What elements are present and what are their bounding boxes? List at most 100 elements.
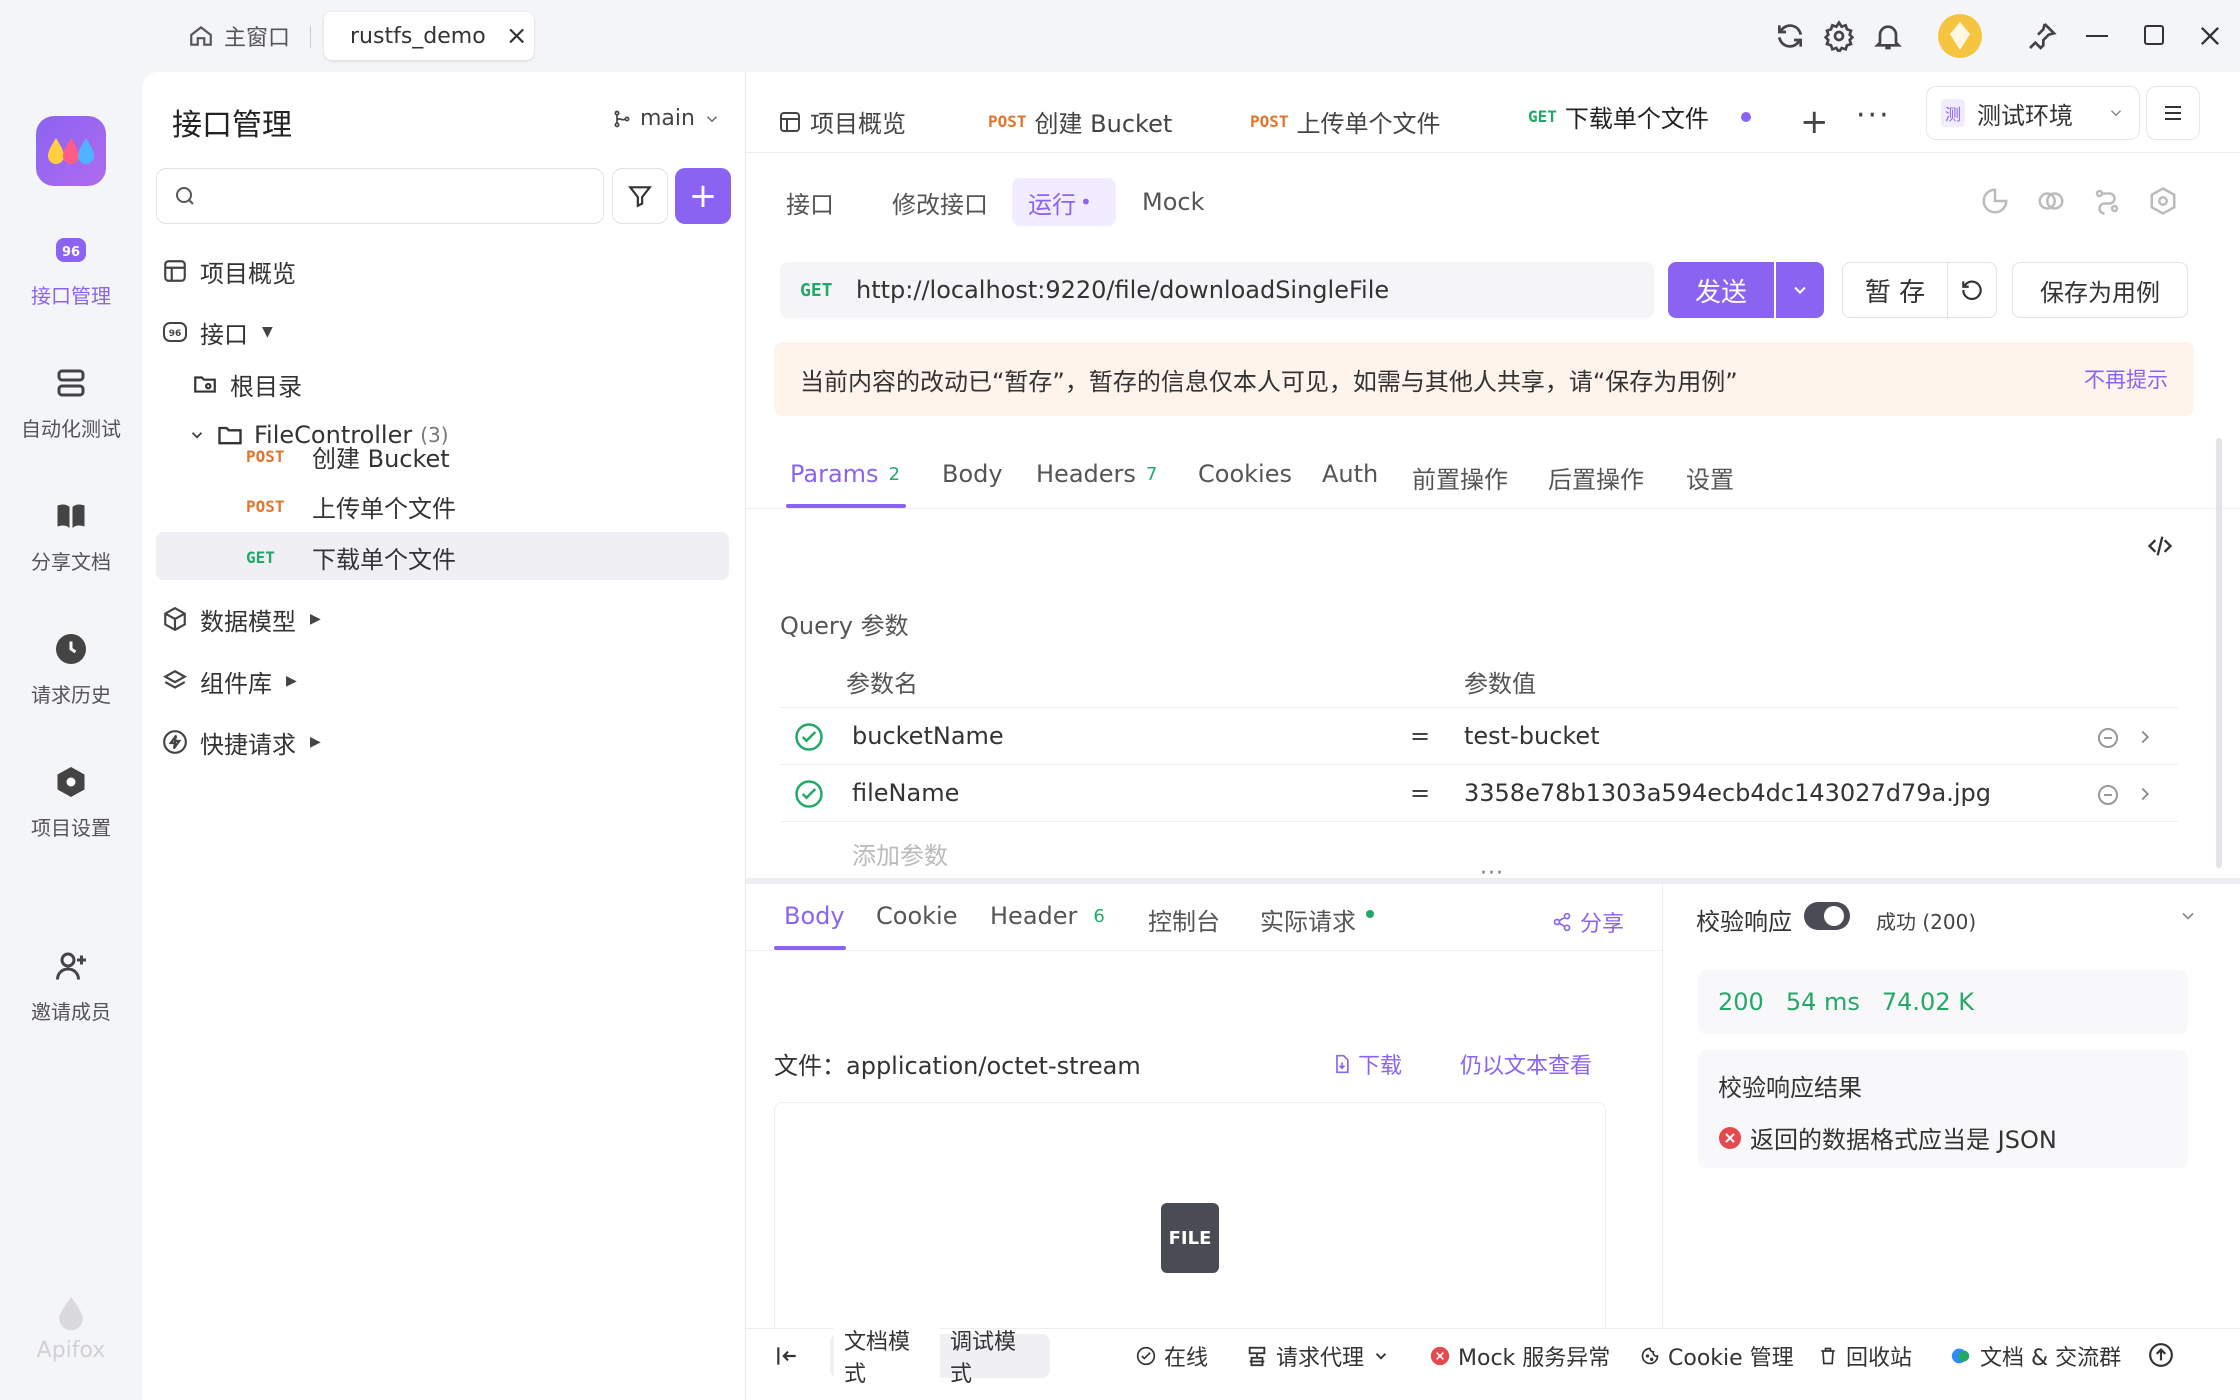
param-tab-params[interactable]: Params 2 xyxy=(790,460,900,488)
save-temp-button[interactable]: 暂 存 xyxy=(1842,262,1948,318)
download-link[interactable]: 下载 xyxy=(1332,1048,1402,1080)
docs-community[interactable]: 文档 & 交流群 xyxy=(1950,1340,2121,1372)
url-input[interactable]: http://localhost:9220/file/downloadSingl… xyxy=(856,276,1389,304)
recycle-bin[interactable]: 回收站 xyxy=(1818,1340,1912,1372)
tree-item-api[interactable]: 96 接口 ▼ xyxy=(162,307,729,357)
url-bar[interactable]: GET http://localhost:9220/file/downloadS… xyxy=(780,262,1654,318)
chevron-right-icon[interactable] xyxy=(2134,783,2156,805)
send-dropdown[interactable] xyxy=(1776,262,1824,318)
check-circle-icon[interactable] xyxy=(794,779,824,809)
collapse-sidebar-icon[interactable] xyxy=(774,1343,800,1369)
subtab-run[interactable]: 运行 • xyxy=(1012,178,1116,226)
param-tab-post[interactable]: 后置操作 xyxy=(1548,460,1644,495)
check-circle-icon[interactable] xyxy=(794,722,824,752)
avatar[interactable] xyxy=(1938,14,1982,58)
share-button[interactable]: 分享 xyxy=(1552,906,1624,938)
doc-mode-button[interactable]: 文档模式 xyxy=(834,1320,940,1392)
reset-button[interactable] xyxy=(1947,262,1997,318)
view-as-text-link[interactable]: 仍以文本查看 xyxy=(1460,1048,1592,1080)
subtab-api[interactable]: 接口 xyxy=(770,178,850,226)
tree-item-root[interactable]: 根目录 xyxy=(192,359,729,409)
close-window-icon[interactable] xyxy=(2196,22,2224,50)
param-name[interactable]: bucketName xyxy=(852,722,1004,750)
splitter-handle-icon[interactable]: ··· xyxy=(1480,861,1504,886)
copy-icon[interactable] xyxy=(2036,186,2066,216)
tree-item-components[interactable]: 组件库 ▶ xyxy=(162,656,729,706)
remove-icon[interactable] xyxy=(2096,726,2120,750)
response-tab-console[interactable]: 控制台 xyxy=(1148,902,1220,937)
refresh-icon[interactable] xyxy=(1774,20,1806,52)
pie-chart-icon[interactable] xyxy=(1980,186,2010,216)
app-logo[interactable] xyxy=(36,116,106,186)
bell-icon[interactable] xyxy=(1872,20,1904,52)
filter-button[interactable] xyxy=(612,168,668,224)
tree-item-models[interactable]: 数据模型 ▶ xyxy=(162,594,729,644)
tree-endpoint-create-bucket[interactable]: POST 创建 Bucket xyxy=(246,431,729,481)
debug-mode-button[interactable]: 调试模式 xyxy=(940,1320,1046,1392)
param-tab-pre[interactable]: 前置操作 xyxy=(1412,460,1508,495)
rail-item-api-management[interactable]: 96 接口管理 xyxy=(0,232,142,309)
search-box[interactable] xyxy=(156,168,604,224)
validation-toggle[interactable] xyxy=(1804,902,1850,930)
proxy-menu[interactable]: 请求代理 xyxy=(1246,1340,1390,1372)
save-as-case-button[interactable]: 保存为用例 xyxy=(2012,262,2188,318)
param-name[interactable]: fileName xyxy=(852,779,959,807)
response-tab-body[interactable]: Body xyxy=(784,902,845,930)
response-tab-cookie[interactable]: Cookie xyxy=(876,902,957,930)
flow-icon[interactable] xyxy=(2092,186,2122,216)
param-tab-settings[interactable]: 设置 xyxy=(1686,460,1734,495)
param-tab-cookies[interactable]: Cookies xyxy=(1198,460,1292,488)
close-tab-icon[interactable]: × xyxy=(506,21,528,51)
settings-icon[interactable] xyxy=(2148,186,2178,216)
scroll-top-icon[interactable] xyxy=(2148,1342,2174,1368)
pin-icon[interactable] xyxy=(2026,20,2058,52)
doc-tab-overview[interactable]: 项目概览 xyxy=(778,104,906,139)
code-icon[interactable] xyxy=(2146,532,2174,560)
tree-endpoint-upload[interactable]: POST 上传单个文件 xyxy=(246,481,729,531)
subtab-mock[interactable]: Mock xyxy=(1126,178,1220,226)
menu-button[interactable] xyxy=(2146,86,2200,140)
rail-item-invite[interactable]: 邀请成员 xyxy=(0,948,142,1025)
maximize-icon[interactable] xyxy=(2144,25,2164,45)
response-tab-header[interactable]: Header 6 xyxy=(990,902,1105,930)
subtab-edit[interactable]: 修改接口 xyxy=(876,178,1004,226)
param-tab-auth[interactable]: Auth xyxy=(1322,460,1378,488)
send-label: 发送 xyxy=(1694,277,1747,308)
add-param-row[interactable]: 添加参数 xyxy=(780,822,2178,879)
doc-tab-create-bucket[interactable]: POST 创建 Bucket xyxy=(988,104,1172,139)
chevron-right-icon[interactable] xyxy=(2134,726,2156,748)
tree-item-quick-request[interactable]: 快捷请求 ▶ xyxy=(162,717,729,767)
param-value[interactable]: test-bucket xyxy=(1464,722,1600,750)
remove-icon[interactable] xyxy=(2096,783,2120,807)
url-method[interactable]: GET xyxy=(800,280,856,301)
window-tab-home[interactable]: 主窗口 xyxy=(172,12,306,60)
rail-item-automation[interactable]: 自动化测试 xyxy=(0,365,142,442)
window-tab-project[interactable]: rustfs_demo × xyxy=(324,12,534,60)
tree-item-overview[interactable]: 项目概览 xyxy=(162,246,729,296)
param-tab-body[interactable]: Body xyxy=(942,460,1003,488)
mock-status[interactable]: Mock 服务异常 xyxy=(1430,1340,1610,1372)
chevron-down-icon[interactable] xyxy=(2178,906,2198,926)
more-tabs-button[interactable]: ··· xyxy=(1856,98,1891,133)
notice-dismiss-link[interactable]: 不再提示 xyxy=(2084,364,2168,394)
param-tab-headers[interactable]: Headers 7 xyxy=(1036,460,1157,488)
branch-selector[interactable]: main xyxy=(612,106,721,131)
send-button[interactable]: 发送 xyxy=(1668,262,1774,318)
tree-endpoint-download[interactable]: GET 下载单个文件 xyxy=(246,532,729,582)
add-button[interactable]: + xyxy=(675,168,731,224)
rail-item-share-docs[interactable]: 分享文档 xyxy=(0,498,142,575)
gear-icon[interactable] xyxy=(1823,20,1855,52)
search-input[interactable] xyxy=(207,183,587,209)
rail-item-project-settings[interactable]: 项目设置 xyxy=(0,764,142,841)
rail-item-history[interactable]: 请求历史 xyxy=(0,631,142,708)
cookie-manager[interactable]: Cookie 管理 xyxy=(1640,1340,1794,1372)
response-tab-actual-request[interactable]: 实际请求 xyxy=(1260,902,1374,937)
environment-selector[interactable]: 测 测试环境 xyxy=(1926,86,2140,140)
doc-tab-download-active[interactable]: GET 下载单个文件 xyxy=(1514,84,1768,152)
new-tab-button[interactable]: + xyxy=(1800,102,1829,142)
param-value[interactable]: 3358e78b1303a594ecb4dc143027d79a.jpg xyxy=(1464,779,1991,807)
doc-tab-upload[interactable]: POST 上传单个文件 xyxy=(1250,104,1441,139)
scrollbar[interactable] xyxy=(2216,438,2222,868)
online-status[interactable]: 在线 xyxy=(1136,1340,1208,1372)
minimize-icon[interactable] xyxy=(2086,35,2108,37)
